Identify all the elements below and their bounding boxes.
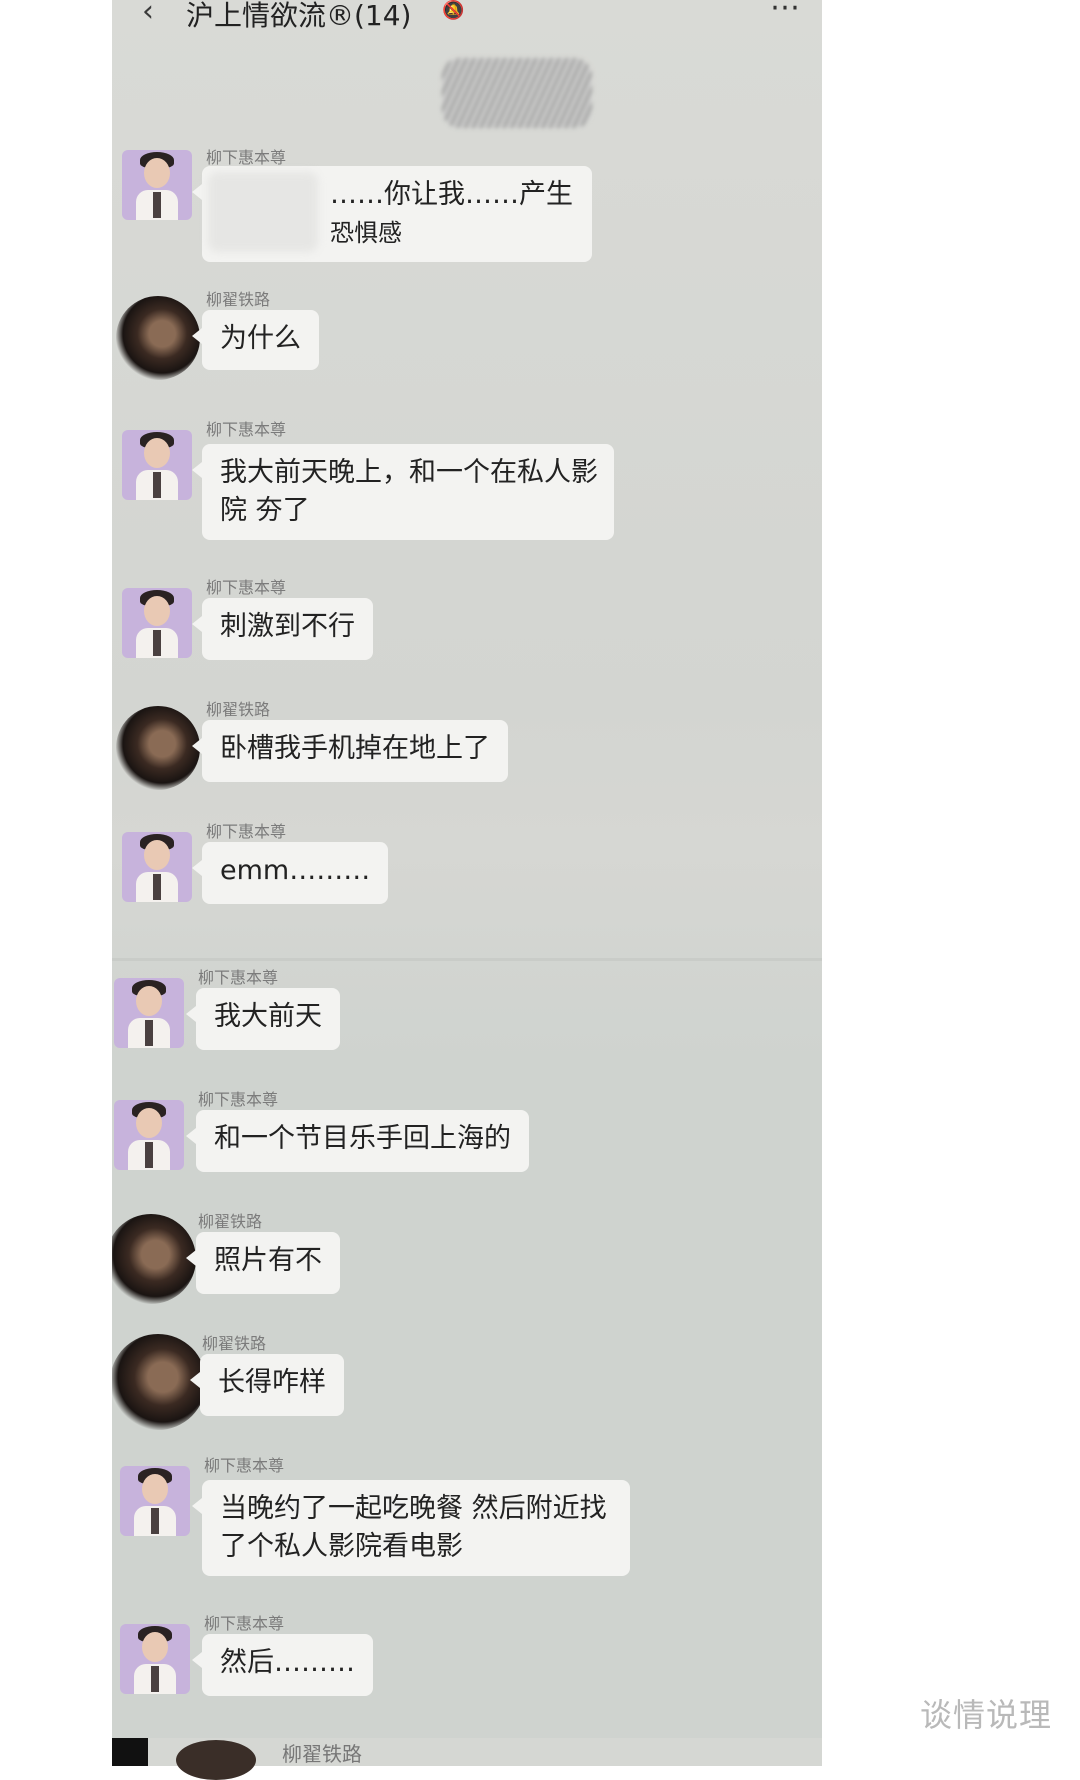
sender-name: 柳翟铁路 [202, 1334, 267, 1353]
watermark: 谈情说理 [920, 1696, 1053, 1734]
message-text: 为什么 [220, 323, 301, 354]
avatar[interactable] [120, 1624, 190, 1694]
avatar[interactable] [120, 1466, 190, 1536]
group-title: 沪上情欲流®(14) [186, 0, 412, 32]
message-text: 刺激到不行 [220, 611, 355, 642]
sender-name: 柳下惠本尊 [198, 1090, 279, 1109]
message-text: 我大前天晚上，和一个在私人影 [220, 457, 598, 488]
message-text: emm……… [220, 855, 371, 886]
avatar[interactable] [122, 150, 192, 220]
sender-name: 柳下惠本尊 [204, 1456, 285, 1475]
sender-name: 柳翟铁路 [198, 1212, 263, 1231]
sender-name: 柳下惠本尊 [204, 1614, 285, 1633]
message-bubble[interactable]: emm……… [191, 842, 389, 904]
avatar[interactable] [122, 588, 192, 658]
sender-name: 柳翟铁路 [206, 290, 271, 309]
message-text: 我大前天 [214, 1001, 322, 1032]
message-text: 照片有不 [214, 1245, 322, 1276]
message-text: 了个私人影院看电影 [220, 1531, 463, 1562]
screenshot-seam [112, 958, 822, 961]
next-message-peek: 柳翟铁路 [112, 1738, 822, 1780]
message-text: 然后……… [220, 1647, 355, 1678]
avatar[interactable] [122, 832, 192, 902]
message-bubble[interactable]: 照片有不 [186, 1232, 340, 1294]
left-margin [0, 0, 112, 1766]
mute-icon: 🔕 [442, 0, 465, 21]
avatar[interactable] [116, 706, 200, 790]
message-bubble[interactable]: 我大前天晚上，和一个在私人影 院 夯了 [192, 444, 614, 540]
message-bubble[interactable]: 卧槽我手机掉在地上了 [192, 720, 508, 782]
message-bubble[interactable]: 和一个节目乐手回上海的 [186, 1110, 529, 1172]
chat-screen: ‹ 沪上情欲流®(14) 🔕 ⋯ 柳下惠本尊 ……你让我……产生 恐惧感 柳翟铁… [112, 0, 822, 1766]
message-text: ……你让我……产生 [330, 179, 573, 210]
message-bubble[interactable]: 刺激到不行 [192, 598, 373, 660]
message-text: 长得咋样 [218, 1367, 326, 1398]
message-text: 院 夯了 [220, 495, 310, 526]
message-bubble[interactable]: 我大前天 [186, 988, 340, 1050]
message-text: 和一个节目乐手回上海的 [214, 1123, 511, 1154]
sender-name: 柳下惠本尊 [206, 148, 287, 167]
chat-header: ‹ 沪上情欲流®(14) 🔕 ⋯ [112, 0, 822, 40]
sender-name: 柳翟铁路 [206, 700, 271, 719]
avatar[interactable] [112, 1214, 196, 1304]
more-options-icon[interactable]: ⋯ [770, 0, 802, 25]
message-bubble[interactable]: 当晚约了一起吃晚餐 然后附近找 了个私人影院看电影 [192, 1480, 630, 1576]
message-bubble[interactable]: 为什么 [192, 310, 319, 370]
message-text: 当晚约了一起吃晚餐 然后附近找 [220, 1493, 607, 1524]
avatar[interactable] [176, 1740, 256, 1780]
dark-strip [112, 1738, 148, 1766]
blurred-system-message [442, 58, 592, 128]
sender-name: 柳下惠本尊 [206, 420, 287, 439]
message-bubble[interactable]: 然后……… [192, 1634, 373, 1696]
message-text: 卧槽我手机掉在地上了 [220, 733, 490, 764]
avatar[interactable] [114, 1100, 184, 1170]
avatar[interactable] [122, 430, 192, 500]
message-text: 恐惧感 [330, 219, 402, 247]
avatar[interactable] [114, 978, 184, 1048]
sender-name: 柳下惠本尊 [198, 968, 279, 987]
message-bubble[interactable]: 长得咋样 [190, 1354, 344, 1416]
avatar[interactable] [116, 296, 200, 380]
sender-name: 柳翟铁路 [282, 1742, 362, 1766]
back-arrow-icon[interactable]: ‹ [142, 0, 154, 29]
message-bubble[interactable]: ……你让我……产生 恐惧感 [192, 166, 592, 262]
sender-name: 柳下惠本尊 [206, 822, 287, 841]
sender-name: 柳下惠本尊 [206, 578, 287, 597]
